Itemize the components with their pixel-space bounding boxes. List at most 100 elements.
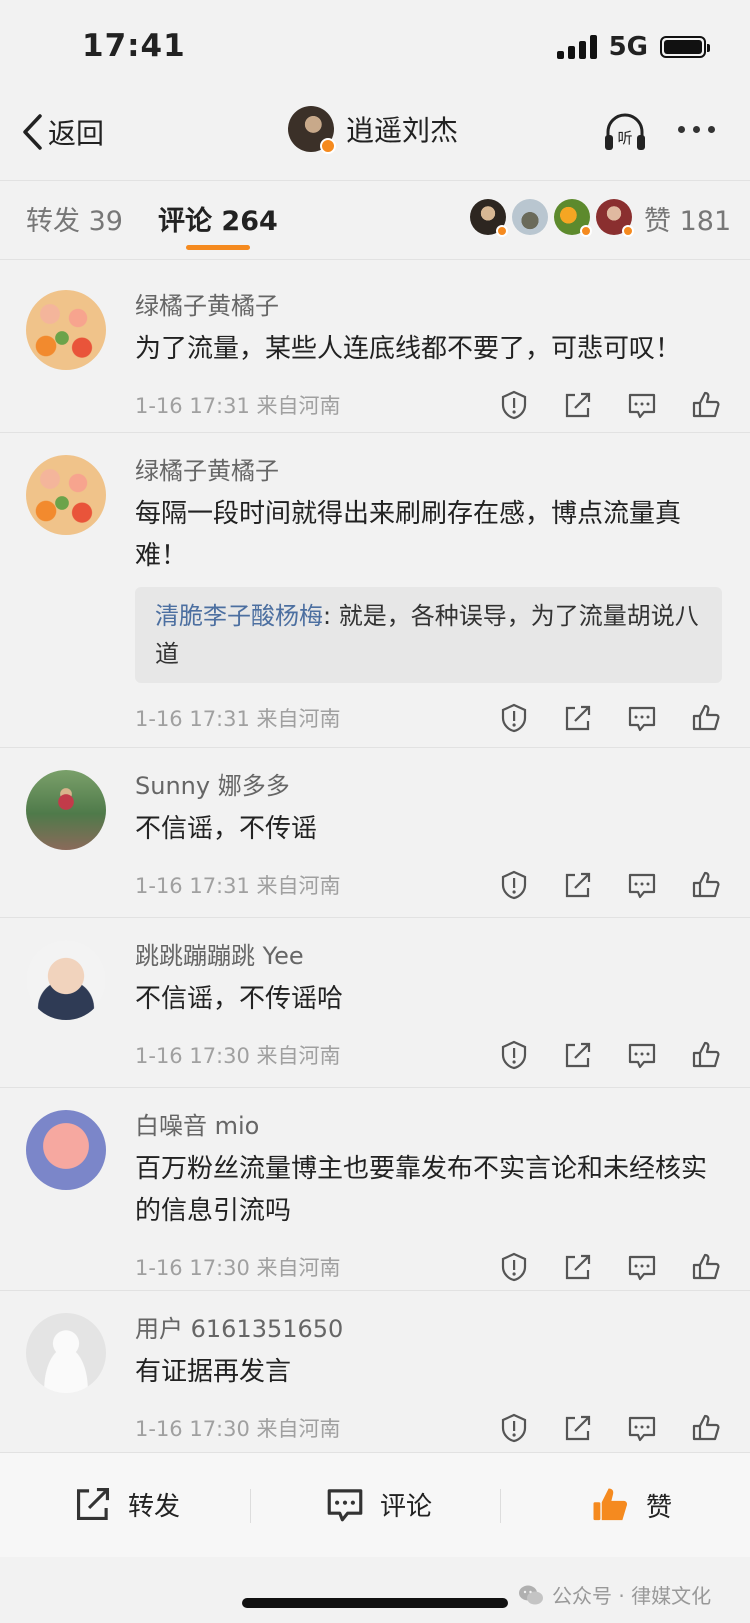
commenter-name[interactable]: 绿橘子黄橘子 <box>135 455 722 487</box>
like-icon[interactable] <box>690 1251 722 1283</box>
verified-badge-icon <box>622 225 634 237</box>
network-type: 5G <box>608 32 648 62</box>
author-avatar[interactable] <box>288 106 336 154</box>
repost-icon[interactable] <box>562 1039 594 1071</box>
comment-icon[interactable] <box>626 702 658 734</box>
liker-avatar <box>554 199 592 237</box>
report-icon[interactable] <box>498 702 530 734</box>
tab-bar: 转发 39 评论 264 赞 181 <box>0 180 750 260</box>
home-indicator[interactable] <box>242 1598 508 1608</box>
comment-item: Sunny 娜多多 不信谣，不传谣 1-16 17:31 来自河南 <box>0 748 750 918</box>
status-indicators: 5G <box>556 32 710 62</box>
commenter-avatar[interactable] <box>26 455 106 535</box>
svg-text:听: 听 <box>617 129 632 147</box>
comment-meta: 1-16 17:30 来自河南 <box>135 1044 341 1068</box>
tab-repost-label: 转发 <box>26 206 80 237</box>
like-icon[interactable] <box>690 702 722 734</box>
comment-actions <box>498 1039 722 1071</box>
commenter-avatar[interactable] <box>26 940 106 1020</box>
comment-item: 跳跳蹦蹦跳 Yee 不信谣，不传谣哈 1-16 17:30 来自河南 <box>0 918 750 1088</box>
comment-icon[interactable] <box>626 1251 658 1283</box>
battery-icon <box>660 36 710 58</box>
commenter-avatar[interactable] <box>26 1110 106 1190</box>
tab-comment[interactable]: 评论 264 <box>158 199 278 238</box>
back-label: 返回 <box>48 117 105 150</box>
verified-badge-icon <box>580 225 592 237</box>
bottom-action-bar: 转发 评论 赞 <box>0 1452 750 1557</box>
back-button[interactable]: 返回 <box>20 112 104 152</box>
commenter-name[interactable]: Sunny 娜多多 <box>135 770 722 802</box>
comment-actions <box>498 702 722 734</box>
like-label: 赞 <box>646 1492 673 1523</box>
commenter-avatar[interactable] <box>26 290 106 370</box>
tab-like-count: 181 <box>679 206 732 237</box>
like-icon[interactable] <box>690 1412 722 1444</box>
liker-avatar <box>512 199 548 235</box>
like-icon[interactable] <box>690 1039 722 1071</box>
author-header[interactable]: 逍遥刘杰 <box>288 106 459 154</box>
reply-preview[interactable]: 清脆李子酸杨梅: 就是，各种误导，为了流量胡说八道 <box>135 587 722 683</box>
report-icon[interactable] <box>498 1039 530 1071</box>
comment-item: 绿橘子黄橘子 为了流量，某些人连底线都不要了，可悲可叹！ 1-16 17:31 … <box>0 268 750 433</box>
comment-icon[interactable] <box>626 389 658 421</box>
comment-icon[interactable] <box>626 869 658 901</box>
repost-icon[interactable] <box>562 1412 594 1444</box>
repost-icon[interactable] <box>562 1251 594 1283</box>
report-icon[interactable] <box>498 1412 530 1444</box>
wechat-icon <box>519 1585 543 1604</box>
comment-text: 有证据再发言 <box>135 1357 292 1387</box>
comment-label: 评论 <box>380 1491 433 1522</box>
verified-badge-icon <box>320 138 336 154</box>
report-icon[interactable] <box>498 389 530 421</box>
comment-item: 绿橘子黄橘子 每隔一段时间就得出来刷刷存在感，博点流量真难！ 清脆李子酸杨梅: … <box>0 433 750 748</box>
comment-text: 为了流量，某些人连底线都不要了，可悲可叹！ <box>135 334 682 364</box>
tab-comment-count: 264 <box>221 206 278 237</box>
repost-icon[interactable] <box>562 869 594 901</box>
author-name: 逍遥刘杰 <box>346 114 459 147</box>
like-icon[interactable] <box>690 389 722 421</box>
report-icon[interactable] <box>498 869 530 901</box>
more-icon[interactable] <box>678 126 715 133</box>
comment-icon[interactable] <box>626 1412 658 1444</box>
commenter-name[interactable]: 跳跳蹦蹦跳 Yee <box>135 940 722 972</box>
comment-text: 不信谣，不传谣哈 <box>135 984 344 1014</box>
tab-active-indicator <box>186 245 250 250</box>
repost-icon <box>76 1487 110 1521</box>
tab-repost-count: 39 <box>88 206 123 237</box>
like-button[interactable]: 赞 <box>588 1483 672 1527</box>
status-time: 17:41 <box>82 28 186 64</box>
comment-button[interactable]: 评论 <box>324 1483 432 1525</box>
commenter-name[interactable]: 用户 6161351650 <box>135 1313 722 1345</box>
tab-like[interactable]: 赞 181 <box>644 199 731 238</box>
comment-meta: 1-16 17:31 来自河南 <box>135 874 341 898</box>
like-icon[interactable] <box>690 869 722 901</box>
comment-meta: 1-16 17:31 来自河南 <box>135 394 341 418</box>
nav-bar: 返回 逍遥刘杰 听 <box>0 100 750 176</box>
repost-icon[interactable] <box>562 389 594 421</box>
comment-actions <box>498 1412 722 1444</box>
watermark: 公众号 · 律媒文化 <box>518 1580 711 1609</box>
repost-button[interactable]: 转发 <box>72 1483 180 1525</box>
repost-icon[interactable] <box>562 702 594 734</box>
liker-avatars[interactable] <box>470 199 634 237</box>
commenter-name[interactable]: 绿橘子黄橘子 <box>135 290 722 322</box>
listen-button[interactable]: 听 <box>600 108 650 162</box>
comment-text: 百万粉丝流量博主也要靠发布不实言论和未经核实的信息引流吗 <box>135 1154 708 1226</box>
watermark-text: 公众号 · 律媒文化 <box>552 1584 712 1608</box>
divider <box>250 1489 251 1523</box>
divider <box>500 1489 501 1523</box>
tab-repost[interactable]: 转发 39 <box>26 199 123 238</box>
comment-actions <box>498 389 722 421</box>
liker-avatar <box>596 199 634 237</box>
commenter-avatar[interactable] <box>26 770 106 850</box>
report-icon[interactable] <box>498 1251 530 1283</box>
comment-text: 不信谣，不传谣 <box>135 814 318 844</box>
reply-user[interactable]: 清脆李子酸杨梅 <box>155 602 323 630</box>
comment-icon[interactable] <box>626 1039 658 1071</box>
default-avatar-icon[interactable] <box>26 1313 106 1393</box>
comment-meta: 1-16 17:30 来自河南 <box>135 1256 341 1280</box>
back-chevron-icon <box>23 114 42 150</box>
tab-comment-label: 评论 <box>158 206 212 237</box>
commenter-name[interactable]: 白噪音 mio <box>135 1110 722 1142</box>
comment-list: 绿橘子黄橘子 为了流量，某些人连底线都不要了，可悲可叹！ 1-16 17:31 … <box>0 268 750 1460</box>
